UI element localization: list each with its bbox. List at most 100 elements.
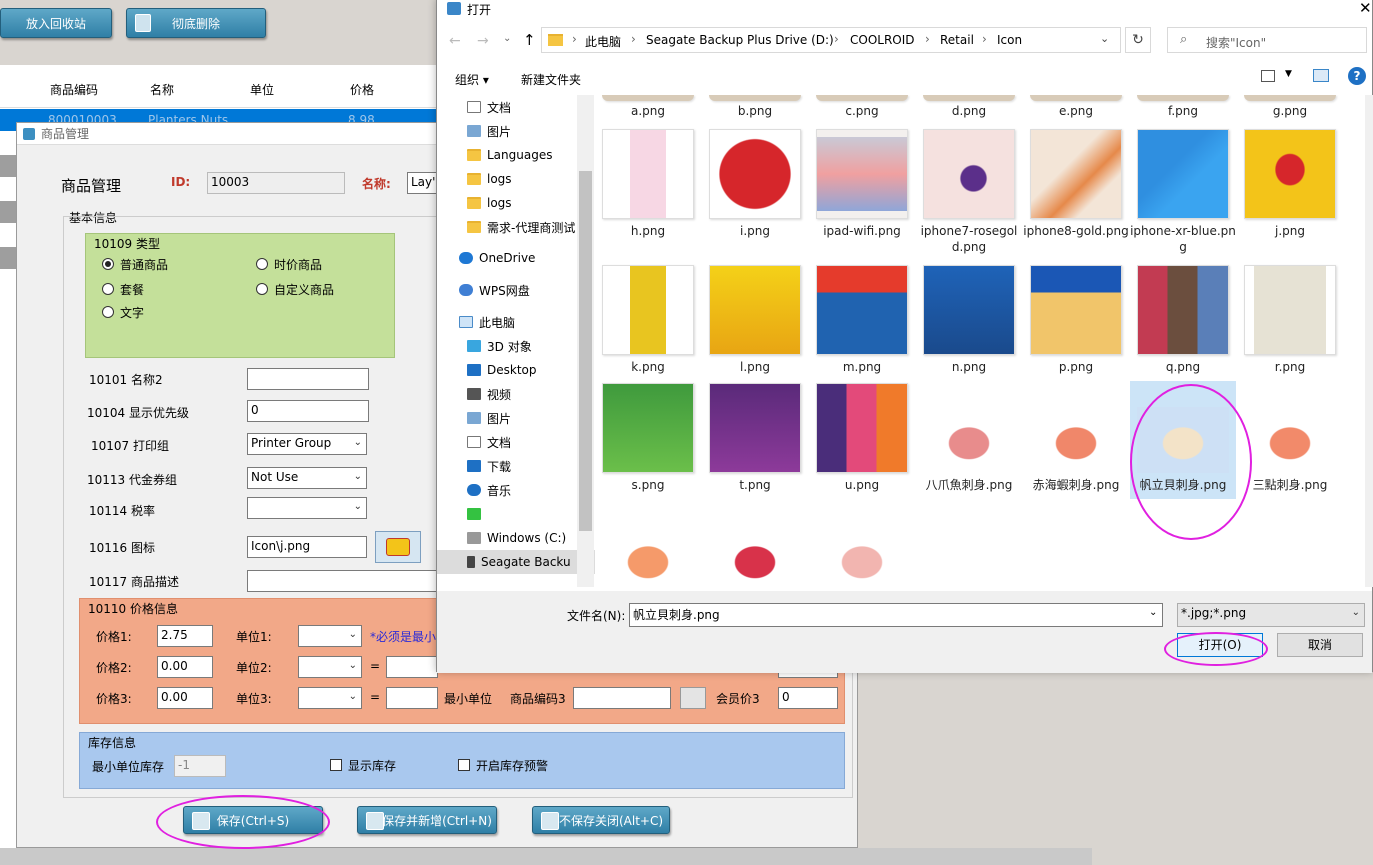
id-field[interactable]: 10003 [207,172,345,194]
price2-field[interactable]: 0.00 [157,656,213,678]
file-tile[interactable]: t.png [702,383,808,493]
file-tile[interactable]: d.png [916,95,1022,119]
col-price[interactable]: 价格 [350,81,374,98]
breadcrumb-item[interactable]: Retail [940,33,974,47]
conv2-field[interactable] [386,656,438,678]
recycle-button[interactable]: 放入回收站 [0,8,112,38]
file-tile[interactable]: 三點刺身.png [1237,383,1343,493]
view-icon[interactable] [1261,70,1275,82]
file-tile[interactable]: a.png [595,95,701,119]
history-chevron-icon[interactable]: ⌄ [503,33,511,44]
code3-field[interactable] [573,687,671,709]
min-stock-field[interactable]: -1 [174,755,226,777]
nav-music[interactable]: 音乐 [467,478,511,502]
icon-picker-button[interactable] [375,531,421,563]
close-button[interactable]: 不保存关闭(Alt+C) [532,806,670,834]
nav-desktop[interactable]: Desktop [467,358,537,382]
filetype-select[interactable]: *.jpg;*.png ⌄ [1177,603,1365,627]
nav-scrollbar-thumb[interactable] [579,171,592,531]
file-tile[interactable]: n.png [916,265,1022,375]
col-unit[interactable]: 单位 [250,81,274,98]
nav-onedrive[interactable]: OneDrive [459,246,535,270]
file-tile[interactable]: g.png [1237,95,1343,119]
file-tile[interactable]: u.png [809,383,915,493]
price1-field[interactable]: 2.75 [157,625,213,647]
breadcrumb-item[interactable]: Seagate Backup Plus Drive (D:) [646,33,834,47]
priority-field[interactable]: 0 [247,400,369,422]
file-scrollbar[interactable] [1365,95,1373,587]
breadcrumb-item[interactable]: COOLROID [850,33,915,47]
save-new-button[interactable]: 保存并新增(Ctrl+N) [357,806,497,834]
file-tile[interactable]: 八爪魚刺身.png [916,383,1022,493]
radio-normal[interactable] [102,258,114,270]
view-chevron-icon[interactable]: ▼ [1285,69,1292,79]
file-tile[interactable]: 吞拿魚刺身.png [702,502,808,587]
file-tile[interactable]: r.png [1237,265,1343,375]
file-tile[interactable]: iphone7-rosegold.png [916,129,1022,255]
radio-text[interactable] [102,306,114,318]
nav-wps[interactable]: WPS网盘 [459,278,530,302]
file-tile[interactable]: l.png [702,265,808,375]
name2-field[interactable] [247,368,369,390]
unit2-select[interactable]: ⌄ [298,656,362,678]
breadcrumb-item[interactable]: 此电脑 [585,33,621,50]
icon-path-field[interactable]: Icon\j.png [247,536,367,558]
radio-combo[interactable] [102,283,114,295]
price3-field[interactable]: 0.00 [157,687,213,709]
file-tile[interactable]: q.png [1130,265,1236,375]
file-tile[interactable]: j.png [1237,129,1343,239]
file-tile[interactable]: iphone8-gold.png [1023,129,1129,239]
show-stock-checkbox[interactable] [330,759,342,771]
refresh-icon[interactable]: ↻ [1125,27,1151,53]
up-arrow-icon[interactable]: ↑ [523,31,536,49]
radio-timeprice[interactable] [256,258,268,270]
member3-field[interactable]: 0 [778,687,838,709]
conv3-field[interactable] [386,687,438,709]
forward-arrow-icon[interactable]: → [477,33,489,49]
new-folder-button[interactable]: 新建文件夹 [521,71,581,88]
barcode-icon[interactable] [680,687,706,709]
file-tile[interactable]: e.png [1023,95,1129,119]
nav-downloads[interactable]: 下载 [467,454,511,478]
file-tile[interactable]: iphone-xr-blue.png [1130,129,1236,255]
nav-logs[interactable]: logs [467,167,512,191]
unit1-select[interactable]: ⌄ [298,625,362,647]
col-name[interactable]: 名称 [150,81,174,98]
file-tile[interactable]: b.png [702,95,808,119]
file-tile[interactable]: 三文鱼刺身.png [595,502,701,587]
back-arrow-icon[interactable]: ← [449,33,461,49]
help-icon[interactable]: ? [1348,67,1366,85]
nav-logs-2[interactable]: logs [467,191,512,215]
file-tile[interactable]: c.png [809,95,915,119]
radio-custom[interactable] [256,283,268,295]
organize-menu[interactable]: 组织 ▾ [455,71,489,88]
nav-docs[interactable]: 文档 [467,95,511,119]
nav-languages[interactable]: Languages [467,143,552,167]
nav-pictures[interactable]: 图片 [467,119,511,143]
preview-pane-icon[interactable] [1313,69,1329,82]
file-tile[interactable]: ipad-wifi.png [809,129,915,239]
nav-3d[interactable]: 3D 对象 [467,334,532,358]
file-tile[interactable]: p.png [1023,265,1129,375]
tax-select[interactable]: ⌄ [247,497,367,519]
breadcrumb-item[interactable]: Icon [997,33,1022,47]
coupon-group-select[interactable]: Not Use ⌄ [247,467,367,489]
filename-field[interactable]: 帆立貝刺身.png [629,603,1163,627]
file-tile[interactable]: i.png [702,129,808,239]
desc-field[interactable] [247,570,447,592]
print-group-select[interactable]: Printer Group ⌄ [247,433,367,455]
cancel-button[interactable]: 取消 [1277,633,1363,657]
search-box[interactable]: ⌕ 搜索"Icon" [1167,27,1367,53]
file-tile[interactable]: m.png [809,265,915,375]
nav-this-pc[interactable]: 此电脑 [459,310,515,334]
address-bar[interactable]: › 此电脑 › Seagate Backup Plus Drive (D:) ›… [541,27,1121,53]
chevron-down-icon[interactable]: ⌄ [1100,32,1109,45]
file-tile[interactable]: f.png [1130,95,1236,119]
file-tile[interactable]: k.png [595,265,701,375]
delete-button[interactable]: 彻底删除 [126,8,266,38]
nav-seagate[interactable]: Seagate Backu [437,550,595,574]
file-tile[interactable]: h.png [595,129,701,239]
file-tile[interactable]: 赤海蝦刺身.png [1023,383,1129,493]
nav-requirements[interactable]: 需求-代理商测试 [467,215,575,239]
nav-windows-c[interactable]: Windows (C:) [467,526,566,550]
